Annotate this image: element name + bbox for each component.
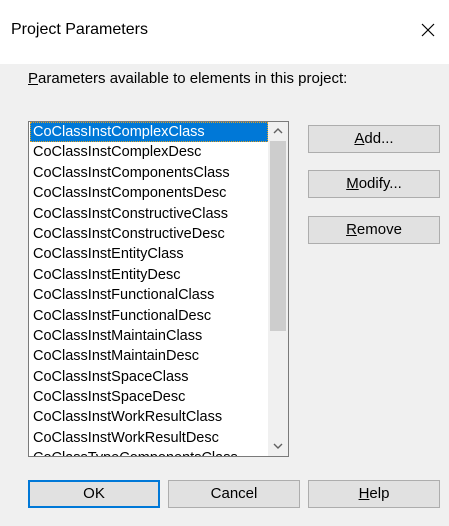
close-button[interactable] [414,16,442,44]
cancel-label: Cancel [210,485,258,502]
list-item[interactable]: CoClassInstConstructiveClass [30,204,268,224]
parameters-list: CoClassInstComplexClass CoClassInstComple… [30,122,268,456]
modify-label: odify... [358,175,402,192]
ok-button[interactable]: OK [28,480,160,508]
list-item[interactable]: CoClassInstEntityDesc [30,265,268,285]
scroll-thumb[interactable] [270,141,286,331]
parameters-prompt-label: Parameters available to elements in this… [28,70,347,87]
ok-label: OK [83,485,105,502]
modify-button[interactable]: Modify... [308,170,440,198]
list-item[interactable]: CoClassInstSpaceDesc [30,387,268,407]
list-item[interactable]: CoClassInstSpaceClass [30,367,268,387]
list-item[interactable]: CoClassInstComponentsClass [30,163,268,183]
list-item[interactable]: CoClassInstMaintainDesc [30,346,268,366]
list-item[interactable]: CoClassInstEntityClass [30,244,268,264]
scroll-up-button[interactable] [268,122,288,140]
list-item[interactable]: CoClassInstFunctionalClass [30,285,268,305]
remove-mnemonic: R [346,221,357,238]
chevron-down-icon [273,443,283,449]
title-bar: Project Parameters [0,0,449,64]
chevron-up-icon [273,128,283,134]
list-item[interactable]: CoClassInstWorkResultClass [30,407,268,427]
list-item[interactable]: CoClassInstFunctionalDesc [30,306,268,326]
help-mnemonic: H [358,485,370,502]
close-icon [421,23,435,37]
parameters-listbox[interactable]: CoClassInstComplexClass CoClassInstComple… [28,121,289,457]
remove-button[interactable]: Remove [308,216,440,244]
prompt-text: arameters available to elements in this … [38,70,348,87]
modify-mnemonic: M [346,175,359,192]
cancel-button[interactable]: Cancel [168,480,300,508]
add-label: dd... [364,130,394,147]
list-item[interactable]: CoClassInstComponentsDesc [30,183,268,203]
list-item[interactable]: CoClassInstConstructiveDesc [30,224,268,244]
prompt-mnemonic: P [28,70,39,87]
help-button[interactable]: Help [308,480,440,508]
vertical-scrollbar[interactable] [268,122,288,456]
list-item[interactable]: CoClassInstWorkResultDesc [30,428,268,448]
list-item[interactable]: CoClassTypeComponentsClass [30,448,268,456]
dialog-title: Project Parameters [11,21,148,38]
remove-label: emove [356,221,402,238]
list-item[interactable]: CoClassInstComplexDesc [30,142,268,162]
list-item[interactable]: CoClassInstMaintainClass [30,326,268,346]
list-item[interactable]: CoClassInstComplexClass [30,122,268,143]
add-mnemonic: A [354,130,365,147]
scroll-down-button[interactable] [268,438,288,456]
help-label: elp [369,485,390,502]
add-button[interactable]: Add... [308,125,440,153]
